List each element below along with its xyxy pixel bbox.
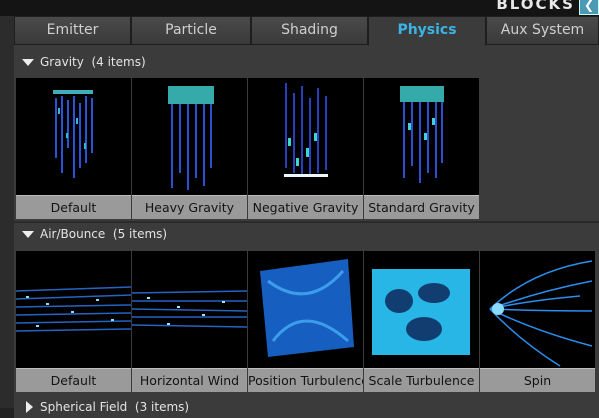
preset-tile-default[interactable]: Default [16, 78, 132, 219]
preset-tile-heavy-gravity[interactable]: Heavy Gravity [132, 78, 248, 219]
tab-bar: Emitter Particle Shading Physics Aux Sys… [14, 16, 599, 46]
section-header-air-bounce[interactable]: Air/Bounce (5 items) [14, 223, 599, 245]
tab-shading[interactable]: Shading [251, 16, 368, 45]
preset-tile-default[interactable]: Default [16, 251, 132, 392]
back-arrow-icon[interactable]: ❮ [579, 0, 599, 15]
tab-aux-system[interactable]: Aux System [486, 16, 599, 45]
gravity-items-row: Default Heavy Gravity Negative Gravity S… [16, 78, 480, 219]
section-title: Gravity (4 items) [40, 55, 146, 69]
panel-title: BLOCKS [496, 0, 575, 13]
thumbnail [132, 78, 247, 195]
section-header-gravity[interactable]: Gravity (4 items) [14, 51, 599, 73]
preset-tile-horizontal-wind[interactable]: Horizontal Wind [132, 251, 248, 392]
preset-label: Position Turbulence [248, 368, 363, 392]
expand-right-icon [26, 401, 33, 413]
section-title: Spherical Field (3 items) [40, 400, 190, 414]
thumbnail [364, 78, 479, 195]
preset-label: Default [16, 195, 131, 219]
thumbnail [480, 251, 595, 368]
preset-label: Spin [480, 368, 595, 392]
top-bar: BLOCKS ❮ [0, 0, 599, 16]
blocks-panel: Emitter Particle Shading Physics Aux Sys… [14, 16, 599, 418]
preset-label: Standard Gravity [364, 195, 479, 219]
thumbnail [16, 78, 131, 195]
thumbnail [364, 251, 479, 368]
thumbnail [132, 251, 247, 368]
tab-emitter[interactable]: Emitter [14, 16, 131, 45]
left-edge-strip [0, 16, 15, 408]
preset-tile-position-turbulence[interactable]: Position Turbulence [248, 251, 364, 392]
tab-physics[interactable]: Physics [368, 16, 486, 46]
preset-label: Negative Gravity [248, 195, 363, 219]
preset-tile-standard-gravity[interactable]: Standard Gravity [364, 78, 480, 219]
preset-tile-spin[interactable]: Spin [480, 251, 596, 392]
preset-tile-negative-gravity[interactable]: Negative Gravity [248, 78, 364, 219]
section-header-spherical-field[interactable]: Spherical Field (3 items) [14, 396, 599, 418]
preset-label: Horizontal Wind [132, 368, 247, 392]
preset-label: Default [16, 368, 131, 392]
thumbnail [248, 251, 363, 368]
thumbnail [248, 78, 363, 195]
preset-label: Heavy Gravity [132, 195, 247, 219]
preset-label: Scale Turbulence [364, 368, 479, 392]
expand-down-icon [22, 231, 34, 238]
preset-tile-scale-turbulence[interactable]: Scale Turbulence [364, 251, 480, 392]
section-title: Air/Bounce (5 items) [40, 227, 168, 241]
tab-particle[interactable]: Particle [131, 16, 251, 45]
thumbnail [16, 251, 131, 368]
expand-down-icon [22, 59, 34, 66]
air-bounce-items-row: Default Horizontal Wind Position Turbule… [16, 251, 596, 392]
